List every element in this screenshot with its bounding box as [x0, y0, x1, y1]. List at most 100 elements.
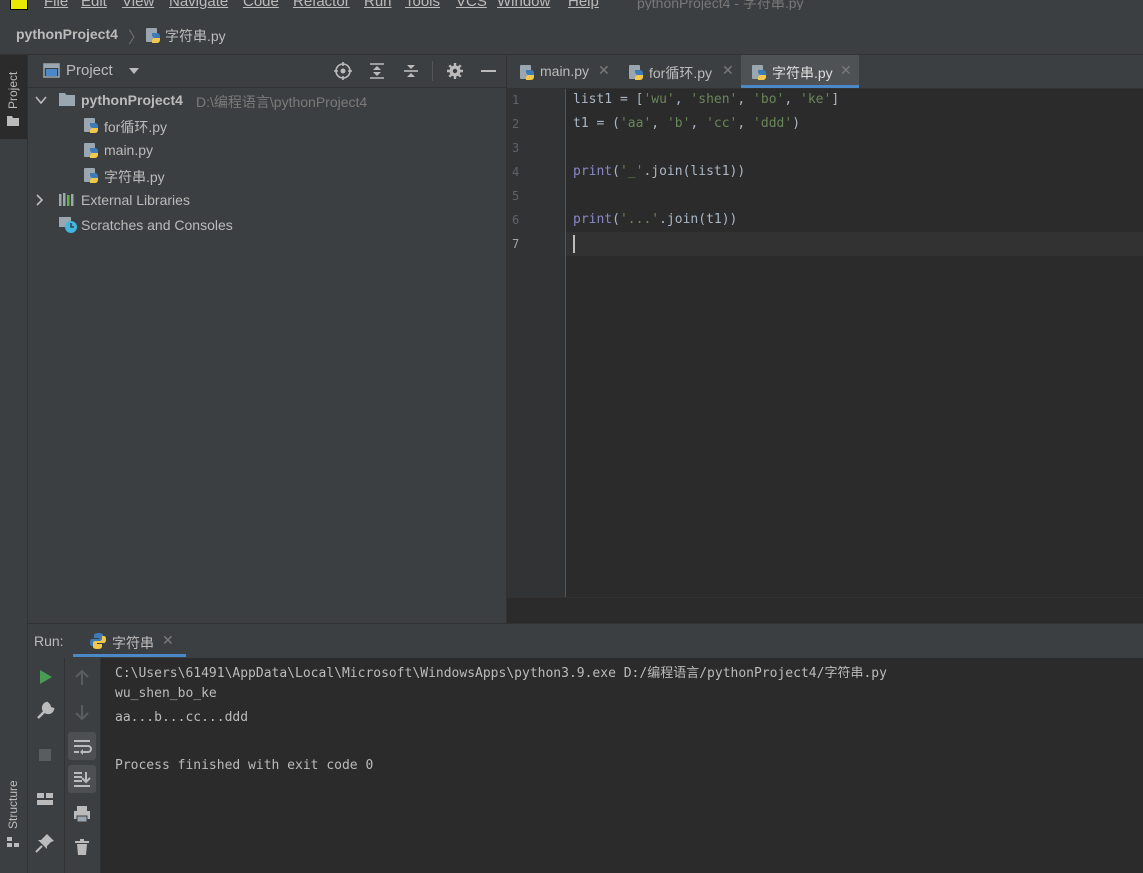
active-tab-indicator — [741, 85, 859, 88]
python-file-icon — [629, 65, 643, 80]
menu-run[interactable]: Run — [364, 0, 392, 10]
breadcrumb-project[interactable]: pythonProject4 — [16, 26, 118, 42]
tab-strings-py[interactable]: 字符串.py ✕ — [741, 55, 859, 88]
layout-icon[interactable] — [32, 786, 58, 812]
project-panel: Project pythonProject4 D:\编程语言\pythonPro… — [28, 55, 507, 623]
chevron-down-icon[interactable] — [128, 67, 140, 75]
code-editor[interactable]: 1 2 3 4 5 6 7 list1 = ['wu', 'shen', 'bo… — [507, 89, 1143, 597]
menu-navigate[interactable]: Navigate — [169, 0, 228, 10]
print-icon[interactable] — [69, 801, 95, 827]
code-line: print('...'.join(t1)) — [573, 212, 738, 227]
close-icon[interactable]: ✕ — [722, 62, 734, 79]
tree-file-item[interactable]: 字符串.py — [28, 164, 506, 186]
tree-file-item[interactable]: main.py — [28, 139, 506, 161]
tree-file-label: main.py — [104, 142, 154, 158]
locate-target-icon[interactable] — [334, 62, 352, 80]
menu-tools[interactable]: Tools — [405, 0, 440, 10]
run-toolbar — [28, 658, 101, 873]
python-file-icon — [520, 65, 534, 80]
editor-tab-bar: main.py ✕ for循环.py ✕ 字符串.py ✕ — [507, 55, 1143, 89]
menu-window[interactable]: Window — [497, 0, 550, 10]
tab-for-loop-py[interactable]: for循环.py ✕ — [617, 55, 741, 88]
python-file-icon — [84, 118, 98, 133]
line-number: 3 — [512, 141, 520, 155]
project-view-selector[interactable]: Project — [66, 62, 113, 79]
menu-vcs[interactable]: VCS — [456, 0, 487, 10]
breadcrumb: pythonProject4 〉 字符串.py — [0, 10, 1143, 55]
line-number: 5 — [512, 189, 520, 203]
structure-tool-tab-label: Structure — [6, 780, 20, 829]
chevron-right-icon[interactable] — [36, 194, 44, 206]
menu-help[interactable]: Help — [568, 0, 599, 10]
line-number: 1 — [512, 93, 520, 107]
project-root-name: pythonProject4 — [81, 92, 183, 108]
code-line: print('_'.join(list1)) — [573, 164, 746, 179]
tree-file-label: for循环.py — [104, 119, 168, 135]
minimize-icon[interactable] — [481, 70, 496, 72]
soft-wrap-icon — [74, 740, 92, 755]
chevron-down-icon[interactable] — [35, 96, 47, 105]
pycharm-logo-icon — [10, 0, 28, 10]
gear-icon[interactable] — [446, 62, 464, 80]
left-tool-stripe: Project Structure — [0, 55, 28, 873]
line-number: 7 — [512, 237, 520, 251]
menu-code[interactable]: Code — [243, 0, 279, 10]
console-line: Process finished with exit code 0 — [115, 758, 374, 773]
tree-scratches[interactable]: Scratches and Consoles — [28, 214, 506, 236]
structure-tool-tab[interactable]: Structure — [0, 767, 27, 851]
tree-external-libraries-label: External Libraries — [81, 192, 190, 208]
close-icon[interactable]: ✕ — [162, 632, 174, 649]
scroll-to-end-button[interactable] — [68, 765, 96, 793]
menu-edit[interactable]: Edit — [81, 0, 107, 10]
editor-bottom-strip — [507, 597, 1143, 624]
line-number: 2 — [512, 117, 520, 131]
tree-file-label: 字符串.py — [104, 169, 165, 185]
structure-icon — [7, 837, 19, 847]
console-line: C:\Users\61491\AppData\Local\Microsoft\W… — [115, 666, 887, 681]
current-line-highlight — [566, 232, 1143, 256]
code-line: t1 = ('aa', 'b', 'cc', 'ddd') — [573, 116, 801, 131]
python-file-icon — [84, 168, 98, 183]
menu-file[interactable]: File — [44, 0, 68, 10]
pin-icon[interactable] — [32, 830, 58, 856]
collapse-all-icon[interactable] — [402, 62, 420, 80]
rerun-play-icon[interactable] — [32, 664, 58, 690]
header-divider — [432, 61, 433, 81]
line-number: 6 — [512, 213, 520, 227]
project-view-icon — [43, 63, 60, 78]
trash-icon[interactable] — [69, 834, 95, 860]
python-file-icon — [752, 65, 766, 80]
arrow-down-icon — [75, 705, 89, 721]
folder-icon — [7, 116, 19, 126]
arrow-up-icon — [75, 669, 89, 685]
window-title: pythonProject4 - 字符串.py — [637, 0, 804, 10]
expand-all-icon[interactable] — [368, 62, 386, 80]
tree-scratches-label: Scratches and Consoles — [81, 217, 233, 233]
menu-view[interactable]: View — [122, 0, 154, 10]
close-icon[interactable]: ✕ — [840, 62, 852, 79]
tab-main-py[interactable]: main.py ✕ — [507, 55, 617, 88]
run-panel-header: Run: 字符串 ✕ — [28, 623, 1143, 659]
close-icon[interactable]: ✕ — [598, 62, 610, 79]
menu-refactor[interactable]: Refactor — [293, 0, 350, 10]
tree-file-item[interactable]: for循环.py — [28, 114, 506, 136]
toolbar-divider — [64, 658, 65, 873]
tree-external-libraries[interactable]: External Libraries — [28, 189, 506, 211]
tree-root-project[interactable]: pythonProject4 D:\编程语言\pythonProject4 — [28, 89, 506, 111]
run-console[interactable]: C:\Users\61491\AppData\Local\Microsoft\W… — [101, 658, 1143, 873]
console-line: wu_shen_bo_ke — [115, 686, 217, 701]
run-label: Run: — [34, 633, 64, 649]
breadcrumb-file[interactable]: 字符串.py — [165, 26, 226, 46]
tab-label: 字符串.py — [772, 65, 833, 81]
run-tab[interactable]: 字符串 ✕ — [73, 624, 186, 657]
menu-bar: File Edit View Navigate Code Refactor Ru… — [0, 0, 1143, 10]
soft-wrap-button[interactable] — [68, 732, 96, 760]
breadcrumb-separator: 〉 — [128, 30, 145, 47]
console-line: aa...b...cc...ddd — [115, 710, 249, 725]
project-panel-header: Project — [28, 55, 506, 88]
run-tab-label: 字符串 — [112, 635, 154, 651]
wrench-icon[interactable] — [32, 698, 58, 724]
project-tool-tab[interactable]: Project — [0, 55, 27, 139]
project-root-path: D:\编程语言\pythonProject4 — [196, 94, 368, 110]
library-icon — [59, 193, 74, 206]
